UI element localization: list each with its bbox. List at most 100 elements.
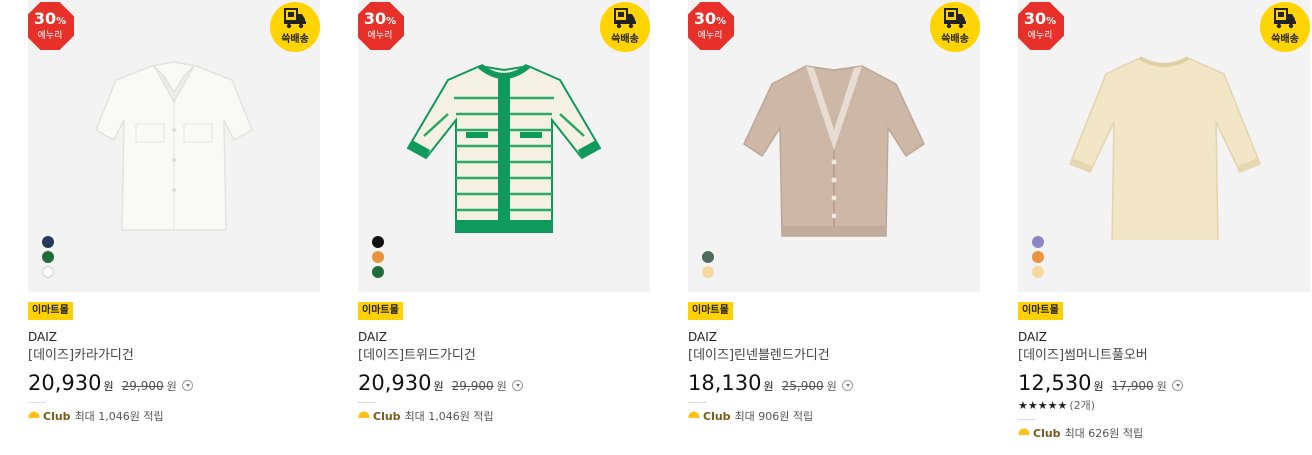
club-icon — [358, 411, 370, 423]
original-currency: 원 — [166, 380, 177, 393]
color-swatch-green[interactable] — [372, 266, 384, 278]
price-row: 20,930 원 29,900 원 — [358, 370, 650, 396]
ssg-delivery-badge: 쓱배송 — [930, 2, 980, 52]
brand-name: DAIZ — [28, 330, 57, 344]
product-image[interactable]: 30% 에누리 쓱배송 — [688, 0, 980, 292]
discount-label: 에누리 — [37, 31, 63, 41]
original-price: 25,900 — [781, 379, 824, 393]
delivery-label: 쓱배송 — [611, 34, 639, 45]
original-currency: 원 — [496, 380, 507, 393]
discount-percent: 30 — [363, 9, 387, 28]
discount-unit: % — [386, 16, 397, 27]
discount-percent: 30 — [693, 9, 717, 28]
club-icon — [28, 411, 40, 423]
mall-badge: 이마트몰 — [28, 302, 73, 320]
price-row: 12,530 원 17,900 원 — [1018, 370, 1310, 396]
product-name[interactable]: [데이즈]린넨블렌드가디건 — [688, 348, 980, 364]
discount-label: 에누리 — [367, 31, 393, 41]
delivery-truck-icon — [284, 8, 306, 29]
price-info-chevron-icon[interactable] — [181, 380, 193, 391]
product-name[interactable]: [데이즈]카라가디건 — [28, 348, 320, 364]
club-reward: Club 최대 1,046원 적립 — [28, 410, 320, 424]
divider — [1018, 419, 1036, 420]
price-info-chevron-icon[interactable] — [841, 380, 853, 391]
club-reward-text: 최대 1,046원 적립 — [74, 410, 164, 423]
sale-price: 20,930 — [358, 371, 432, 395]
delivery-label: 쓱배송 — [281, 34, 309, 45]
product-card[interactable]: 30% 에누리 쓱배송 이마트몰 DAIZ [데이즈]카라가디건 20,930 … — [28, 0, 320, 424]
club-label: Club — [703, 410, 731, 423]
ssg-delivery-badge: 쓱배송 — [270, 2, 320, 52]
color-swatch-lavender[interactable] — [1032, 236, 1044, 248]
review-count: (2개) — [1069, 399, 1096, 412]
club-reward-text: 최대 1,046원 적립 — [404, 410, 494, 423]
color-swatch-green[interactable] — [42, 251, 54, 263]
color-swatch-navy[interactable] — [42, 236, 54, 248]
club-icon — [688, 411, 700, 423]
color-swatch-white[interactable] — [42, 266, 54, 278]
club-reward-text: 최대 626원 적립 — [1064, 427, 1144, 440]
product-photo-striped-tweed-cardigan — [406, 63, 602, 233]
sale-price: 12,530 — [1018, 371, 1092, 395]
original-price: 29,900 — [121, 379, 164, 393]
brand-name: DAIZ — [358, 330, 387, 344]
discount-badge: 30% 에누리 — [688, 2, 734, 50]
mall-badge: 이마트몰 — [688, 302, 733, 320]
price-row: 20,930 원 29,900 원 — [28, 370, 320, 396]
delivery-truck-icon — [614, 8, 636, 29]
divider — [688, 402, 706, 403]
delivery-truck-icon — [1274, 8, 1296, 29]
club-reward: Club 최대 626원 적립 — [1018, 427, 1310, 441]
delivery-truck-icon — [944, 8, 966, 29]
product-name[interactable]: [데이즈]썸머니트풀오버 — [1018, 348, 1310, 364]
sale-price: 20,930 — [28, 371, 102, 395]
color-swatches — [42, 236, 54, 281]
club-label: Club — [43, 410, 71, 423]
product-card[interactable]: 30% 에누리 쓱배송 이마트몰 DAIZ [데이즈]썸머니트풀오버 12,53… — [1018, 0, 1310, 441]
product-image[interactable]: 30% 에누리 쓱배송 — [28, 0, 320, 292]
brand-name: DAIZ — [1018, 330, 1047, 344]
ssg-delivery-badge: 쓱배송 — [1260, 2, 1310, 52]
ssg-delivery-badge: 쓱배송 — [600, 2, 650, 52]
product-card[interactable]: 30% 에누리 쓱배송 이마트몰 DAIZ [데이즈]트위드가디건 20,930… — [358, 0, 650, 424]
color-swatch-dark-green[interactable] — [702, 251, 714, 263]
color-swatches — [372, 236, 384, 281]
delivery-label: 쓱배송 — [1271, 34, 1299, 45]
discount-badge: 30% 에누리 — [358, 2, 404, 50]
price-info-chevron-icon[interactable] — [511, 380, 523, 391]
product-card[interactable]: 30% 에누리 쓱배송 이마트몰 DAIZ [데이즈]린넨블렌드가디건 18,1… — [688, 0, 980, 424]
product-name[interactable]: [데이즈]트위드가디건 — [358, 348, 650, 364]
currency: 원 — [1093, 380, 1104, 393]
original-price: 29,900 — [451, 379, 494, 393]
sale-price: 18,130 — [688, 371, 762, 395]
color-swatch-orange[interactable] — [372, 251, 384, 263]
price-info-chevron-icon[interactable] — [1171, 380, 1183, 391]
divider — [358, 402, 376, 403]
discount-badge: 30% 에누리 — [28, 2, 74, 50]
color-swatches — [1032, 236, 1044, 281]
currency: 원 — [103, 380, 114, 393]
product-grid: 30% 에누리 쓱배송 이마트몰 DAIZ [데이즈]카라가디건 20,930 … — [0, 0, 1312, 455]
product-image[interactable]: 30% 에누리 쓱배송 — [358, 0, 650, 292]
currency: 원 — [763, 380, 774, 393]
mall-badge: 이마트몰 — [358, 302, 403, 320]
color-swatch-orange[interactable] — [1032, 251, 1044, 263]
color-swatch-black[interactable] — [372, 236, 384, 248]
color-swatch-beige[interactable] — [1032, 266, 1044, 278]
color-swatch-beige[interactable] — [702, 266, 714, 278]
discount-label: 에누리 — [697, 31, 723, 41]
club-label: Club — [373, 410, 401, 423]
brand-name: DAIZ — [688, 330, 717, 344]
currency: 원 — [433, 380, 444, 393]
original-currency: 원 — [826, 380, 837, 393]
divider — [28, 402, 46, 403]
rating[interactable]: ★★★★★ (2개) — [1018, 399, 1310, 413]
discount-label: 에누리 — [1027, 31, 1053, 41]
discount-unit: % — [716, 16, 727, 27]
club-reward-text: 최대 906원 적립 — [734, 410, 814, 423]
discount-unit: % — [56, 16, 67, 27]
club-label: Club — [1033, 427, 1061, 440]
product-image[interactable]: 30% 에누리 쓱배송 — [1018, 0, 1310, 292]
club-reward: Club 최대 906원 적립 — [688, 410, 980, 424]
original-currency: 원 — [1156, 380, 1167, 393]
